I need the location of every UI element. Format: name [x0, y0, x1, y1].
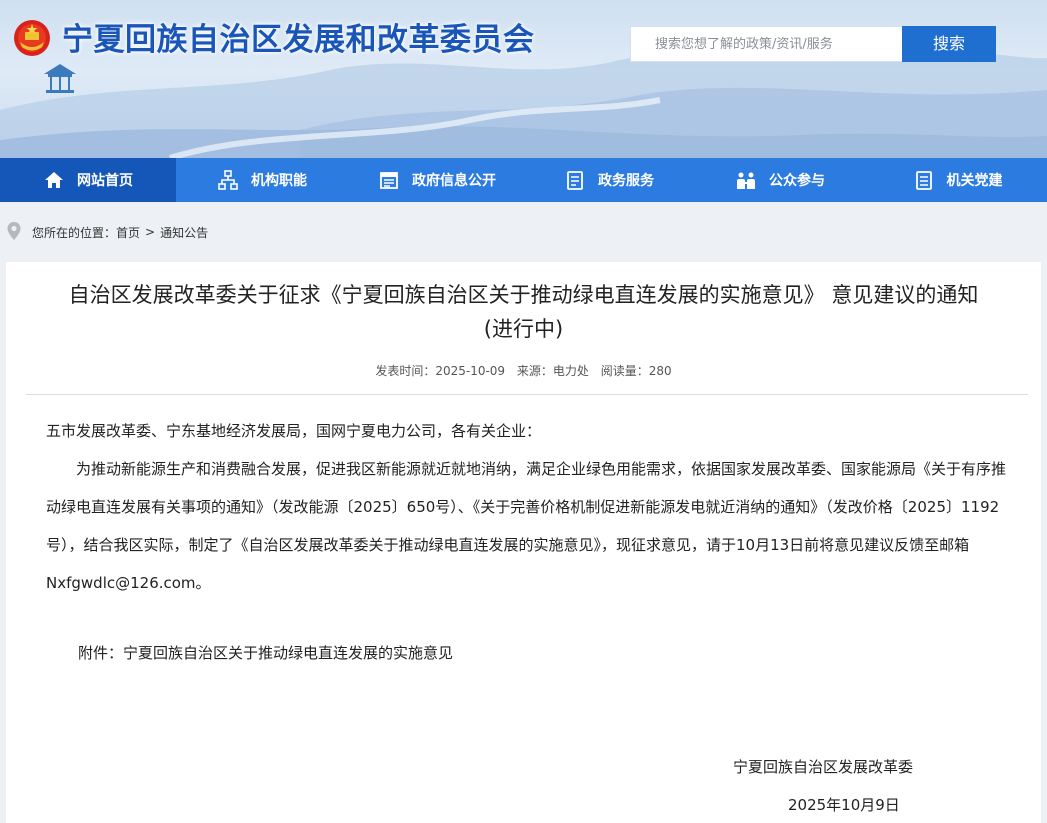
view-count: 阅读量：280 — [600, 364, 672, 378]
site-title[interactable]: 宁夏回族自治区发展和改革委员会 — [62, 18, 535, 62]
search-box — [630, 26, 902, 62]
salutation: 五市发展改革委、宁东基地经济发展局，国网宁夏电力公司，各有关企业： — [46, 422, 542, 440]
search-button[interactable]: 搜索 — [902, 26, 996, 62]
org-chart-icon — [217, 169, 239, 191]
location-pin-icon — [6, 221, 22, 244]
nav-item-gov-info[interactable]: 政府信息公开 — [348, 158, 526, 202]
home-icon — [43, 169, 65, 191]
article-title: 自治区发展改革委关于征求《宁夏回族自治区关于推动绿电直连发展的实施意见》 意见建… — [68, 283, 979, 341]
title-divider — [26, 394, 1028, 395]
article-source: 来源：电力处 — [516, 364, 589, 378]
nav-item-services[interactable]: 政务服务 — [526, 158, 692, 202]
body-paragraph: 为推动新能源生产和消费融合发展，促进我区新能源就近就地消纳，满足企业绿色用能需求… — [46, 460, 1007, 592]
article-meta: 发表时间：2025-10-09 来源：电力处 阅读量：280 — [6, 362, 1041, 379]
nav-item-organization[interactable]: 机构职能 — [176, 158, 348, 202]
breadcrumb-prefix: 您所在的位置： — [32, 225, 117, 240]
nav-item-home[interactable]: 网站首页 — [0, 158, 176, 202]
publish-time: 发表时间：2025-10-09 — [375, 364, 506, 378]
search-input[interactable] — [631, 27, 902, 61]
clipboard-icon — [913, 169, 935, 191]
people-icon — [735, 169, 757, 191]
main-nav: 网站首页 机构职能 政府信息公开 政务服务 公众参与 机关党建 — [0, 158, 1047, 202]
nav-item-public[interactable]: 公众参与 — [692, 158, 868, 202]
header-banner: 宁夏回族自治区发展和改革委员会 搜索 — [0, 0, 1047, 158]
article-card: 自治区发展改革委关于征求《宁夏回族自治区关于推动绿电直连发展的实施意见》 意见建… — [6, 262, 1041, 823]
document-icon — [564, 169, 586, 191]
attachment-link[interactable]: 附件：宁夏回族自治区关于推动绿电直连发展的实施意见 — [78, 642, 453, 663]
nav-item-party[interactable]: 机关党建 — [868, 158, 1047, 202]
national-emblem-icon — [12, 18, 52, 58]
pavilion-icon — [44, 64, 76, 93]
breadcrumb-current[interactable]: 通知公告 — [160, 224, 208, 241]
article-body: 五市发展改革委、宁东基地经济发展局，国网宁夏电力公司，各有关企业： 为推动新能源… — [46, 412, 1006, 602]
breadcrumb: 您所在的位置： 首页 > 通知公告 — [0, 214, 208, 250]
signature-organization: 宁夏回族自治区发展改革委 — [733, 758, 914, 776]
calendar-list-icon — [378, 169, 400, 191]
breadcrumb-home[interactable]: 首页 — [116, 224, 140, 241]
breadcrumb-separator: > — [145, 225, 156, 239]
signature-date: 2025年10月9日 — [788, 796, 900, 814]
